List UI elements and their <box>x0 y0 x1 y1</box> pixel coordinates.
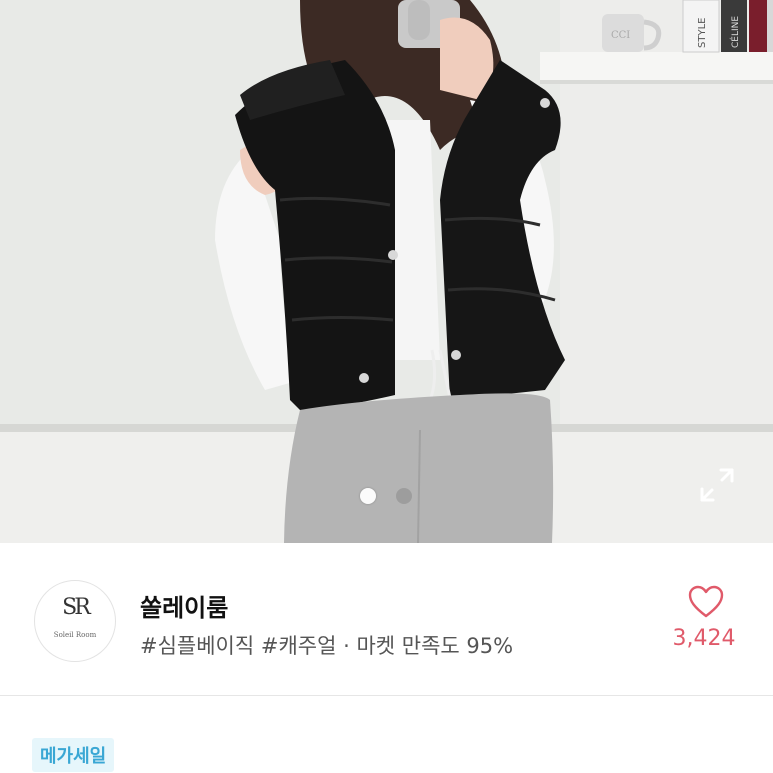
carousel-dot[interactable] <box>396 488 412 504</box>
expand-icon[interactable] <box>698 466 736 504</box>
book-spine-1: STYLE <box>697 18 708 48</box>
product-image-carousel[interactable]: CCI STYLE CÉLINE <box>0 0 773 543</box>
heart-outline-icon[interactable] <box>688 585 724 619</box>
like-count: 3,424 <box>672 626 736 651</box>
mug-print: CCI <box>611 30 630 41</box>
product-photo: CCI STYLE CÉLINE <box>0 0 773 543</box>
carousel-dot-active[interactable] <box>360 488 376 504</box>
book-spine-2: CÉLINE <box>729 16 741 48</box>
store-logo[interactable]: SR Soleil Room <box>34 580 116 662</box>
store-logo-monogram: SR <box>62 595 91 620</box>
store-name[interactable]: 쏠레이룸 <box>140 588 228 623</box>
store-logo-subtitle: Soleil Room <box>53 631 97 639</box>
carousel-pagination <box>360 488 420 506</box>
store-tags: #심플베이직 #캐주얼 · 마켓 만족도 95% <box>140 634 514 658</box>
store-info-row[interactable]: SR Soleil Room 쏠레이룸 #심플베이직 #캐주얼 · 마켓 만족도… <box>0 543 773 696</box>
mega-sale-badge: 메가세일 <box>32 738 115 772</box>
